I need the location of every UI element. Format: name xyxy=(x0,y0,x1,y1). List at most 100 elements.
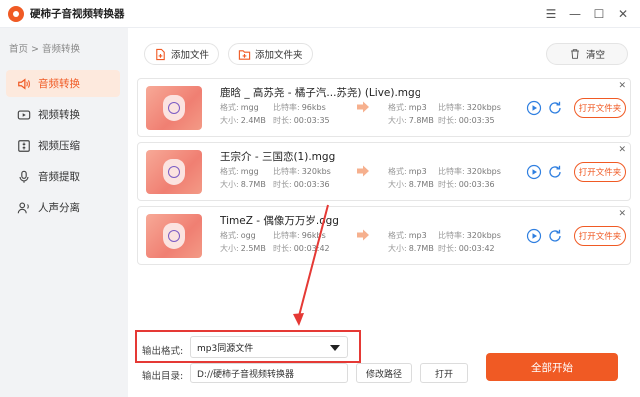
dst-format: 格式: mp3 xyxy=(388,231,427,240)
add-folder-label: 添加文件夹 xyxy=(255,50,303,61)
file-name: TimeZ - 偶像万万岁.ogg xyxy=(220,215,339,227)
sidebar-item-label: 音频转换 xyxy=(38,78,80,90)
start-all-button[interactable]: 全部开始 xyxy=(486,353,618,381)
dst-bitrate: 比特率: 320kbps xyxy=(438,103,501,112)
dst-bitrate: 比特率: 320kbps xyxy=(438,231,501,240)
add-file-icon xyxy=(153,47,167,61)
file-card: 鹿晗 _ 高苏尧 - 橘子汽...苏尧) (Live).mgg 格式: mgg 比… xyxy=(137,78,631,137)
open-dir-button[interactable]: 打开 xyxy=(420,363,468,383)
clear-button[interactable]: 清空 xyxy=(546,43,628,65)
file-name: 王宗介 - 三国恋(1).mgg xyxy=(220,151,336,163)
dst-duration: 时长: 00:03:42 xyxy=(438,244,495,253)
add-file-button[interactable]: 添加文件 xyxy=(144,43,220,65)
output-format-value: mp3同源文件 xyxy=(197,343,254,354)
sidebar-item-audio-convert[interactable]: 音频转换 xyxy=(6,70,120,97)
breadcrumb-separator: > xyxy=(31,44,39,55)
play-icon[interactable] xyxy=(526,100,542,116)
video-icon xyxy=(16,107,32,123)
sidebar-item-video-compress[interactable]: 视频压缩 xyxy=(6,132,120,159)
convert-arrow-icon xyxy=(357,101,369,113)
add-folder-button[interactable]: 添加文件夹 xyxy=(228,43,313,65)
breadcrumb-home[interactable]: 首页 xyxy=(9,44,28,55)
src-format: 格式: ogg xyxy=(220,231,256,240)
dst-duration: 时长: 00:03:36 xyxy=(438,180,495,189)
close-icon[interactable]: ✕ xyxy=(618,145,626,155)
sidebar: 首页 > 音频转换 音频转换 视频转换 视频压缩 音频提取 人声分离 xyxy=(0,28,128,397)
sidebar-item-video-convert[interactable]: 视频转换 xyxy=(6,101,120,128)
vocal-icon xyxy=(16,200,32,216)
menu-icon[interactable]: ☰ xyxy=(540,3,562,25)
output-format-label: 输出格式: xyxy=(142,346,184,357)
title-bar: 硬柿子音视频转换器 ☰ — ☐ ✕ xyxy=(0,0,640,28)
maximize-icon[interactable]: ☐ xyxy=(588,3,610,25)
app-title: 硬柿子音视频转换器 xyxy=(30,8,125,20)
sidebar-item-label: 视频转换 xyxy=(38,109,80,121)
play-icon[interactable] xyxy=(526,228,542,244)
open-folder-button[interactable]: 打开文件夹 xyxy=(574,162,626,182)
open-folder-button[interactable]: 打开文件夹 xyxy=(574,226,626,246)
file-card: 王宗介 - 三国恋(1).mgg 格式: mgg 比特率: 320kbs 大小: 8.… xyxy=(137,142,631,201)
output-panel: 输出格式: mp3同源文件 输出目录: D://硬柿子音视频转换器 修改路径 打… xyxy=(128,326,640,397)
file-thumbnail xyxy=(146,214,202,258)
extract-icon xyxy=(16,169,32,185)
src-duration: 时长: 00:03:42 xyxy=(273,244,330,253)
close-icon[interactable]: ✕ xyxy=(618,81,626,91)
src-format: 格式: mgg xyxy=(220,167,259,176)
sidebar-nav: 音频转换 视频转换 视频压缩 音频提取 人声分离 xyxy=(6,70,120,225)
add-file-label: 添加文件 xyxy=(171,50,210,61)
file-thumbnail xyxy=(146,86,202,130)
compress-icon xyxy=(16,138,32,154)
minimize-icon[interactable]: — xyxy=(564,3,586,25)
add-folder-icon xyxy=(237,47,251,61)
src-bitrate: 比特率: 320kbs xyxy=(273,167,331,176)
play-icon[interactable] xyxy=(526,164,542,180)
src-bitrate: 比特率: 96kbs xyxy=(273,231,326,240)
dst-format: 格式: mp3 xyxy=(388,103,427,112)
audio-icon xyxy=(16,76,32,92)
src-duration: 时长: 00:03:35 xyxy=(273,116,330,125)
file-list: 鹿晗 _ 高苏尧 - 橘子汽...苏尧) (Live).mgg 格式: mgg 比… xyxy=(137,78,631,270)
src-format: 格式: mgg xyxy=(220,103,259,112)
src-size: 大小: 2.4MB xyxy=(220,116,266,125)
file-thumbnail xyxy=(146,150,202,194)
change-path-button[interactable]: 修改路径 xyxy=(356,363,412,383)
src-bitrate: 比特率: 96kbs xyxy=(273,103,326,112)
dst-bitrate: 比特率: 320kbps xyxy=(438,167,501,176)
open-folder-button[interactable]: 打开文件夹 xyxy=(574,98,626,118)
dst-size: 大小: 8.7MB xyxy=(388,244,434,253)
refresh-icon[interactable] xyxy=(547,228,563,244)
src-duration: 时长: 00:03:36 xyxy=(273,180,330,189)
trash-icon xyxy=(568,47,582,61)
close-icon[interactable]: ✕ xyxy=(612,3,634,25)
breadcrumb: 首页 > 音频转换 xyxy=(9,41,80,55)
refresh-icon[interactable] xyxy=(547,164,563,180)
music-note-icon xyxy=(163,159,185,185)
music-note-icon xyxy=(163,95,185,121)
dst-format: 格式: mp3 xyxy=(388,167,427,176)
sidebar-item-label: 人声分离 xyxy=(38,202,80,214)
window-controls: ☰ — ☐ ✕ xyxy=(540,0,634,28)
output-dir-input[interactable]: D://硬柿子音视频转换器 xyxy=(190,363,348,383)
convert-arrow-icon xyxy=(357,165,369,177)
sidebar-item-label: 视频压缩 xyxy=(38,140,80,152)
dst-size: 大小: 7.8MB xyxy=(388,116,434,125)
chevron-down-icon xyxy=(330,345,340,351)
main-panel: 添加文件 添加文件夹 清空 鹿晗 _ 高苏尧 - 橘子汽...苏尧) (Live… xyxy=(128,28,640,397)
sidebar-item-audio-extract[interactable]: 音频提取 xyxy=(6,163,120,190)
convert-arrow-icon xyxy=(357,229,369,241)
app-logo-icon xyxy=(8,5,24,22)
file-name: 鹿晗 _ 高苏尧 - 橘子汽...苏尧) (Live).mgg xyxy=(220,87,420,99)
output-format-select[interactable]: mp3同源文件 xyxy=(190,336,348,358)
output-dir-label: 输出目录: xyxy=(142,371,184,382)
music-note-icon xyxy=(163,223,185,249)
dst-duration: 时长: 00:03:35 xyxy=(438,116,495,125)
dst-size: 大小: 8.7MB xyxy=(388,180,434,189)
src-size: 大小: 8.7MB xyxy=(220,180,266,189)
close-icon[interactable]: ✕ xyxy=(618,209,626,219)
src-size: 大小: 2.5MB xyxy=(220,244,266,253)
breadcrumb-current: 音频转换 xyxy=(41,44,80,55)
file-card: TimeZ - 偶像万万岁.ogg 格式: ogg 比特率: 96kbs 大小: 2.… xyxy=(137,206,631,265)
sidebar-item-vocal-separate[interactable]: 人声分离 xyxy=(6,194,120,221)
refresh-icon[interactable] xyxy=(547,100,563,116)
clear-label: 清空 xyxy=(585,50,605,61)
